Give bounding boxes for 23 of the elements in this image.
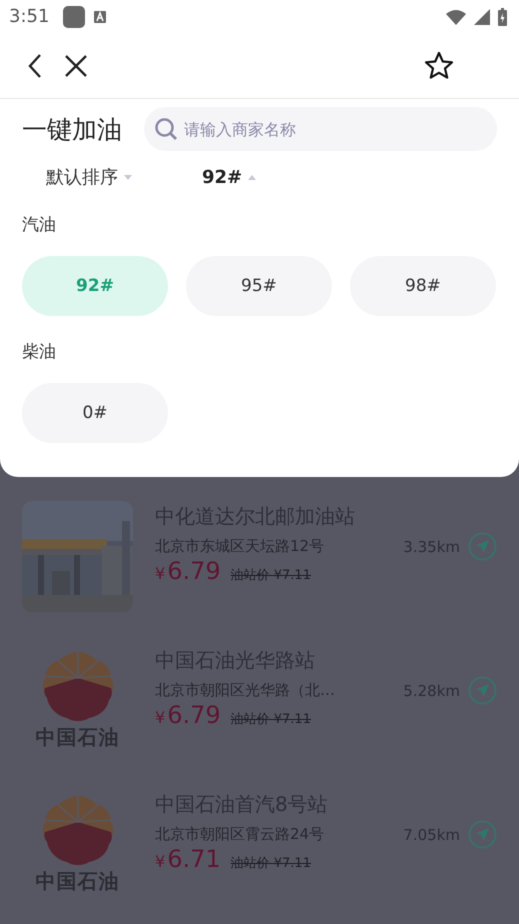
fuel-option[interactable]: 0# <box>22 383 168 443</box>
app-notification-icon <box>63 6 86 28</box>
sort-option[interactable]: 92# <box>202 165 256 189</box>
price: ¥6.79 <box>155 557 221 585</box>
status-time: 3:51 <box>9 6 50 27</box>
list-price: 油站价 ¥7.11 <box>230 855 311 872</box>
keyboard-notification-icon <box>93 10 108 24</box>
page-title: 一键加油 <box>22 114 122 146</box>
battery-icon <box>498 8 507 26</box>
price: ¥6.71 <box>155 845 221 873</box>
wifi-icon <box>446 8 466 24</box>
fuel-option[interactable]: 95# <box>186 256 332 316</box>
group-label: 汽油 <box>22 214 56 236</box>
list-price: 油站价 ¥7.11 <box>230 711 311 728</box>
price: ¥6.79 <box>155 701 221 729</box>
star-icon[interactable] <box>423 50 455 82</box>
group-label: 柴油 <box>22 341 56 363</box>
search-field[interactable]: 请输入商家名称 <box>144 107 497 151</box>
close-icon[interactable] <box>63 52 89 78</box>
list-price: 油站价 ¥7.11 <box>230 567 311 584</box>
sort-option[interactable]: 默认排序 <box>46 165 132 189</box>
signal-icon <box>474 8 490 24</box>
fuel-option[interactable]: 98# <box>350 256 496 316</box>
